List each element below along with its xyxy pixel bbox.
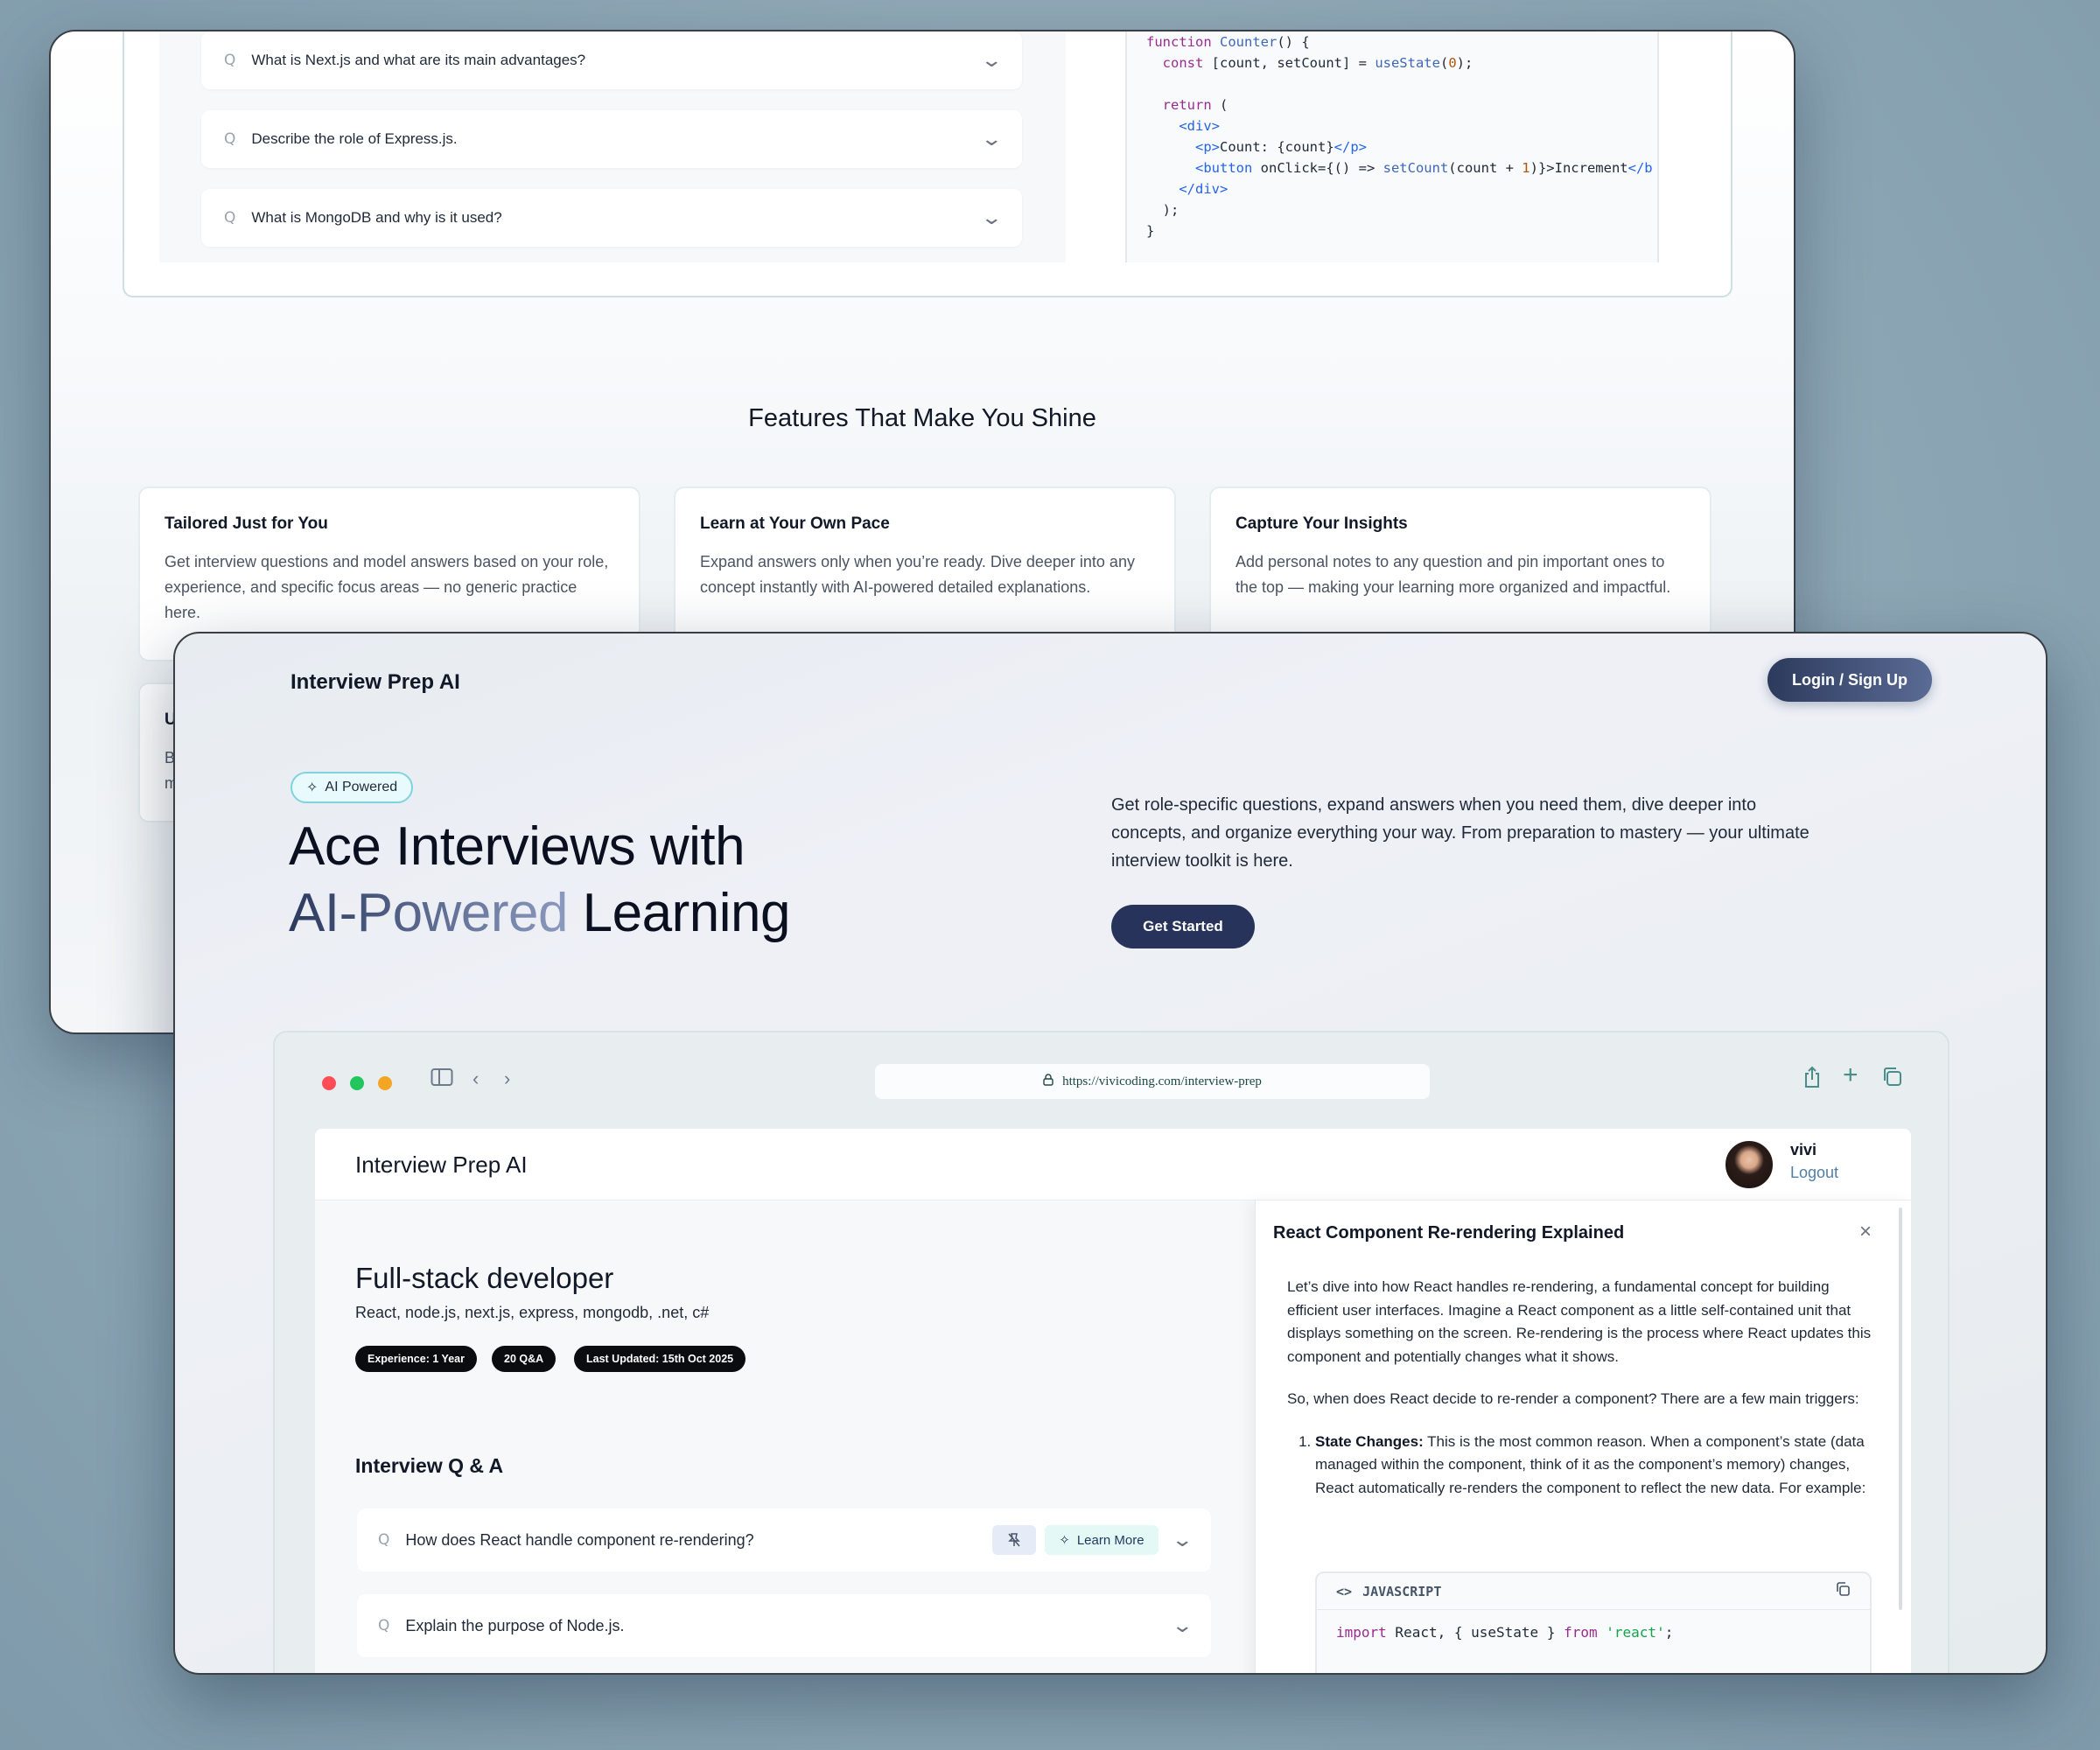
- hero-description: Get role-specific questions, expand answ…: [1111, 795, 1810, 871]
- front-window: Interview Prep AI Login / Sign Up ✧ AI P…: [173, 632, 2048, 1675]
- code-line: }: [1146, 223, 1155, 239]
- forward-arrow-icon[interactable]: ›: [504, 1068, 510, 1090]
- browser-mockup: ‹ › https://vivicoding.com/interview-pre…: [273, 1031, 1950, 1673]
- ai-powered-badge: ✧ AI Powered: [290, 772, 414, 803]
- role-tech-stack: React, node.js, next.js, express, mongod…: [355, 1304, 710, 1321]
- drawer-scrollbar[interactable]: [1899, 1208, 1902, 1610]
- list-item-bold: State Changes:: [1315, 1432, 1424, 1450]
- qa-section-title: Interview Q & A: [355, 1454, 504, 1477]
- explanation-drawer: React Component Re-rendering Explained ×…: [1255, 1200, 1911, 1673]
- feature-desc: Expand answers only when you’re ready. D…: [700, 553, 1135, 596]
- minimize-dot-icon[interactable]: [378, 1076, 392, 1090]
- hero-gradient-text: AI-Powered: [289, 883, 568, 943]
- question-text: How does React handle component re-rende…: [405, 1530, 754, 1549]
- code-language: JAVASCRIPT: [1362, 1583, 1442, 1600]
- chevron-down-icon[interactable]: ⌄: [1171, 1529, 1194, 1551]
- hero-title: Ace Interviews with AI-Powered Learning: [289, 814, 790, 947]
- faq-list: Q What is Next.js and what are its main …: [159, 32, 1066, 262]
- code-line: const [count, setCount] = useState(0);: [1162, 55, 1474, 71]
- tabs-overview-icon[interactable]: [1881, 1066, 1902, 1092]
- copy-icon[interactable]: [1835, 1581, 1851, 1601]
- qa-count-badge: 20 Q&A: [492, 1346, 556, 1372]
- question-icon: Q: [224, 52, 236, 69]
- chevron-down-icon[interactable]: ⌄: [1171, 1614, 1194, 1637]
- faq-text: What is Next.js and what are its main ad…: [251, 52, 586, 68]
- last-updated-badge: Last Updated: 15th Oct 2025: [574, 1346, 746, 1372]
- list-item: State Changes: This is the most common r…: [1315, 1431, 1873, 1501]
- unpin-button[interactable]: [992, 1525, 1037, 1555]
- url-text: https://vivicoding.com/interview-prep: [1062, 1074, 1262, 1088]
- question-icon: Q: [378, 1531, 390, 1549]
- chevron-down-icon[interactable]: ⌄: [980, 128, 1003, 150]
- code-line: <button onClick={() => setCount(count + …: [1195, 160, 1653, 176]
- drawer-title: React Component Re-rendering Explained: [1273, 1223, 1625, 1242]
- chevron-down-icon[interactable]: ⌄: [980, 49, 1003, 72]
- feature-title: Capture Your Insights: [1236, 514, 1408, 533]
- code-line: <p>Count: {count}</p>: [1195, 139, 1367, 155]
- code-block: <> JAVASCRIPT import React, { useState }…: [1315, 1572, 1872, 1673]
- lock-icon: [1043, 1073, 1054, 1090]
- role-title: Full-stack developer: [355, 1262, 614, 1294]
- demo-panel: Q What is Next.js and what are its main …: [122, 32, 1732, 298]
- badge-label: AI Powered: [325, 780, 398, 794]
- question-text: Explain the purpose of Node.js.: [405, 1616, 625, 1634]
- avatar[interactable]: [1724, 1139, 1774, 1190]
- close-dot-icon[interactable]: [322, 1076, 336, 1090]
- hero-line-2-rest: Learning: [582, 883, 791, 943]
- close-icon[interactable]: ×: [1859, 1220, 1872, 1244]
- user-name: vivi: [1790, 1141, 1817, 1158]
- logout-link[interactable]: Logout: [1790, 1164, 1838, 1182]
- feature-title: Learn at Your Own Pace: [700, 514, 890, 533]
- faq-item[interactable]: Q What is MongoDB and why is it used? ⌄: [201, 189, 1022, 247]
- question-icon: Q: [378, 1617, 390, 1634]
- hero-line-1: Ace Interviews with: [289, 816, 746, 877]
- app-header: Interview Prep AI vivi Logout: [315, 1129, 1911, 1200]
- drawer-body: Let’s dive into how React handles re-ren…: [1287, 1276, 1873, 1500]
- app-brand: Interview Prep AI: [355, 1152, 528, 1178]
- get-started-button[interactable]: Get Started: [1111, 905, 1255, 948]
- drawer-paragraph: So, when does React decide to re-render …: [1287, 1390, 1859, 1407]
- experience-badge: Experience: 1 Year: [355, 1346, 477, 1372]
- trigger-list: State Changes: This is the most common r…: [1287, 1431, 1873, 1501]
- question-icon: Q: [224, 209, 236, 227]
- sparkle-icon: ✧: [1059, 1533, 1070, 1548]
- qa-item[interactable]: Q How does React handle component re-ren…: [357, 1508, 1211, 1572]
- url-bar[interactable]: https://vivicoding.com/interview-prep: [875, 1064, 1430, 1099]
- features-heading: Features That Make You Shine: [748, 404, 1096, 432]
- question-icon: Q: [224, 130, 236, 148]
- hero-line-2: AI-Powered Learning: [289, 880, 790, 947]
- sparkle-icon: ✧: [306, 780, 318, 795]
- faq-item[interactable]: Q Describe the role of Express.js. ⌄: [201, 110, 1022, 168]
- new-tab-icon[interactable]: +: [1843, 1060, 1858, 1090]
- qa-item[interactable]: Q Explain the purpose of Node.js. ⌄: [357, 1594, 1211, 1657]
- code-line: return (: [1162, 97, 1228, 113]
- code-block-header: <> JAVASCRIPT: [1317, 1573, 1870, 1610]
- chevron-down-icon[interactable]: ⌄: [980, 206, 1003, 229]
- code-line: );: [1146, 202, 1180, 218]
- app-viewport: Interview Prep AI vivi Logout Full-stack…: [315, 1129, 1911, 1673]
- feature-desc: Get interview questions and model answer…: [164, 553, 609, 621]
- code-icon: <>: [1336, 1583, 1353, 1600]
- feature-desc: Add personal notes to any question and p…: [1236, 553, 1671, 596]
- faq-item[interactable]: Q What is Next.js and what are its main …: [201, 32, 1022, 89]
- code-snippet: function Counter() { const [count, setCo…: [1125, 32, 1659, 262]
- code-line: <div>: [1179, 118, 1220, 134]
- login-signup-button[interactable]: Login / Sign Up: [1768, 658, 1932, 702]
- learn-more-button[interactable]: ✧ Learn More: [1045, 1525, 1158, 1555]
- faq-text: What is MongoDB and why is it used?: [251, 209, 502, 226]
- drawer-paragraph: Let’s dive into how React handles re-ren…: [1287, 1278, 1872, 1365]
- learn-more-label: Learn More: [1076, 1532, 1144, 1548]
- code-line: import React, { useState } from 'react';: [1336, 1624, 1674, 1641]
- share-icon[interactable]: [1802, 1066, 1822, 1094]
- brand-logo: Interview Prep AI: [290, 670, 460, 694]
- back-arrow-icon[interactable]: ‹: [472, 1068, 479, 1090]
- feature-title: Tailored Just for You: [164, 514, 328, 533]
- maximize-dot-icon[interactable]: [350, 1076, 364, 1090]
- code-line: </div>: [1179, 181, 1228, 197]
- sidebar-toggle-icon[interactable]: [430, 1068, 453, 1092]
- pin-off-icon: [1008, 1533, 1021, 1547]
- code-line: function Counter() {: [1146, 34, 1310, 50]
- faq-text: Describe the role of Express.js.: [251, 130, 458, 147]
